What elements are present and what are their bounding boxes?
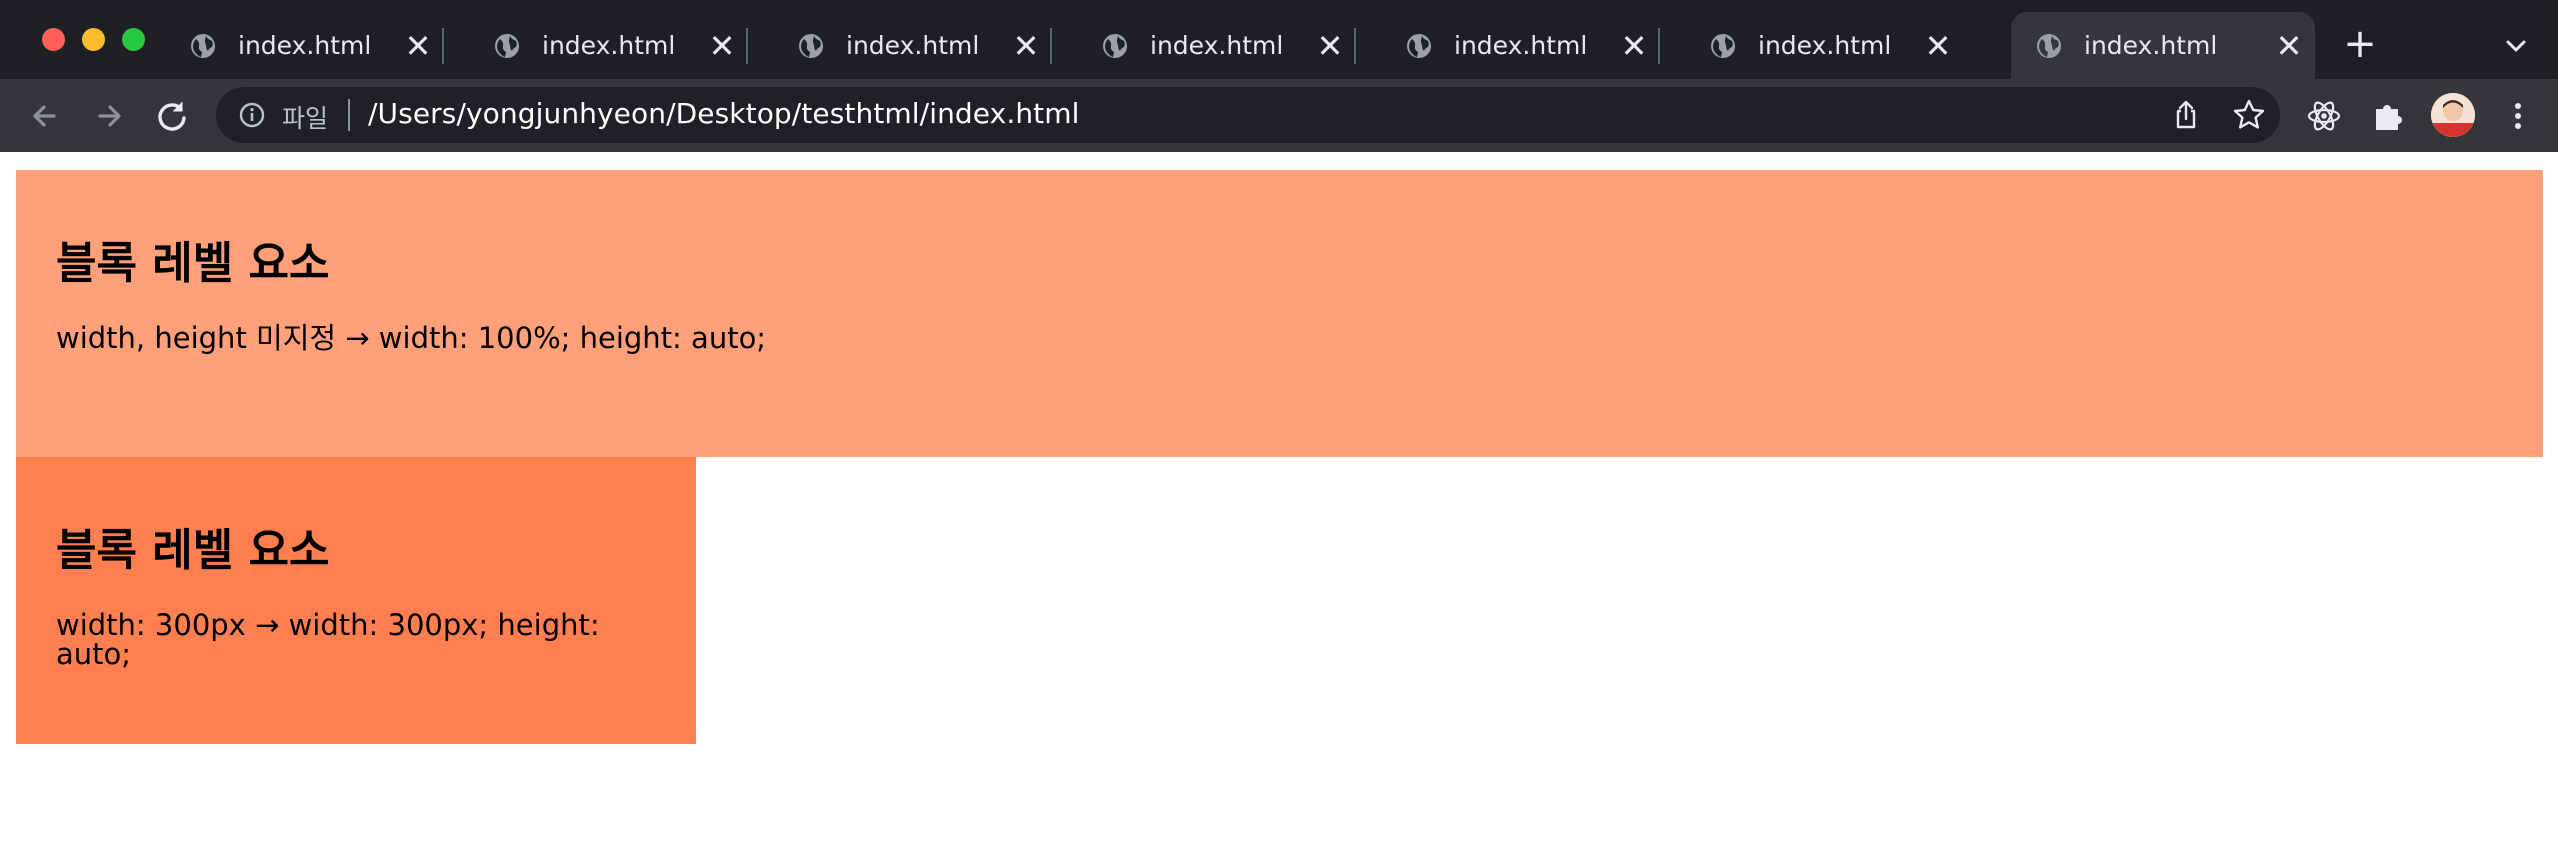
tab-title: index.html xyxy=(1150,31,1284,60)
reload-icon[interactable] xyxy=(151,95,193,137)
page-viewport: 블록 레벨 요소 width, height 미지정 → width: 100%… xyxy=(0,152,2558,856)
tab-close-icon[interactable]: ✕ xyxy=(1918,30,1958,62)
globe-icon xyxy=(1407,33,1431,58)
window-zoom-button[interactable] xyxy=(122,28,145,51)
scheme-label: 파일 xyxy=(282,104,329,133)
globe-icon xyxy=(1711,33,1735,58)
tab-close-icon[interactable]: ✕ xyxy=(1310,30,1350,62)
tab-title: index.html xyxy=(1758,31,1892,60)
block-element-full-width: 블록 레벨 요소 width, height 미지정 → width: 100%… xyxy=(16,170,2543,457)
tab-close-icon[interactable]: ✕ xyxy=(398,30,438,62)
tab-separator xyxy=(1354,28,1356,64)
new-tab-button[interactable]: + xyxy=(2340,24,2380,64)
profile-photo-icon xyxy=(2431,93,2475,137)
block-heading: 블록 레벨 요소 xyxy=(56,525,330,576)
browser-tab[interactable]: index.html ✕ xyxy=(1664,12,1964,79)
globe-icon xyxy=(2037,33,2061,58)
arrow-right-icon[interactable] xyxy=(88,95,130,137)
block-element-fixed-width: 블록 레벨 요소 width: 300px → width: 300px; he… xyxy=(16,457,696,744)
url-text[interactable]: /Users/yongjunhyeon/Desktop/testhtml/ind… xyxy=(368,97,1080,130)
address-divider xyxy=(348,99,350,131)
globe-icon xyxy=(799,33,823,58)
globe-icon xyxy=(191,33,215,58)
block-description: width: 300px → width: 300px; height: aut… xyxy=(56,608,600,671)
globe-icon xyxy=(1103,33,1127,58)
info-icon[interactable] xyxy=(238,101,266,129)
react-devtools-icon[interactable] xyxy=(2305,97,2343,135)
browser-tab[interactable]: index.html ✕ xyxy=(448,12,748,79)
tab-close-icon[interactable]: ✕ xyxy=(1006,30,1046,62)
kebab-menu-icon[interactable] xyxy=(2500,97,2536,135)
tab-separator xyxy=(746,28,748,64)
tab-title: index.html xyxy=(542,31,676,60)
tab-title: index.html xyxy=(1454,31,1588,60)
tab-strip: index.html ✕ index.html ✕ index.html ✕ index.h… xyxy=(0,0,2558,79)
profile-avatar[interactable] xyxy=(2431,93,2475,137)
block-heading: 블록 레벨 요소 xyxy=(56,238,330,289)
arrow-left-icon[interactable] xyxy=(24,95,66,137)
tab-close-icon[interactable]: ✕ xyxy=(702,30,742,62)
tab-title: index.html xyxy=(238,31,372,60)
browser-tab[interactable]: index.html ✕ xyxy=(1056,12,1356,79)
puzzle-extension-icon[interactable] xyxy=(2369,97,2407,135)
browser-tab[interactable]: index.html ✕ xyxy=(1360,12,1660,79)
tab-separator xyxy=(442,28,444,64)
window-minimize-button[interactable] xyxy=(82,28,105,51)
block-description: width, height 미지정 → width: 100%; height:… xyxy=(56,321,767,355)
browser-toolbar: 파일 /Users/yongjunhyeon/Desktop/testhtml/… xyxy=(0,79,2558,152)
tab-title: index.html xyxy=(846,31,980,60)
chevron-down-icon[interactable] xyxy=(2496,26,2536,66)
tab-close-icon[interactable]: ✕ xyxy=(1614,30,1654,62)
browser-tab[interactable]: index.html ✕ xyxy=(2011,12,2315,79)
share-icon[interactable] xyxy=(2170,99,2202,131)
browser-tab[interactable]: index.html ✕ xyxy=(752,12,1052,79)
tab-separator xyxy=(1050,28,1052,64)
tab-title: index.html xyxy=(2084,31,2218,60)
star-icon[interactable] xyxy=(2232,98,2266,132)
browser-tab[interactable]: index.html ✕ xyxy=(144,12,444,79)
tab-separator xyxy=(1658,28,1660,64)
tab-close-icon[interactable]: ✕ xyxy=(2269,30,2309,62)
globe-icon xyxy=(495,33,519,58)
address-bar[interactable]: 파일 /Users/yongjunhyeon/Desktop/testhtml/… xyxy=(216,87,2280,143)
window-close-button[interactable] xyxy=(42,28,65,51)
